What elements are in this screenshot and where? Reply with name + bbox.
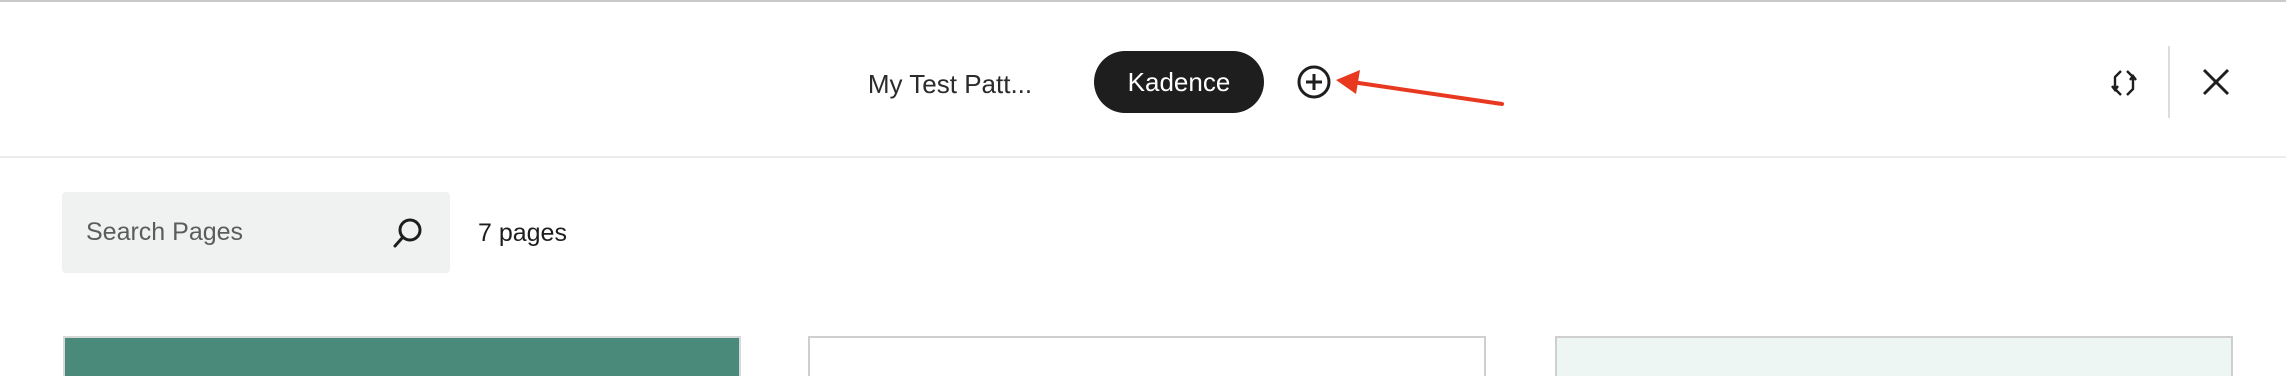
tab-kadence[interactable]: Kadence (1094, 51, 1264, 113)
search-input[interactable] (86, 192, 386, 273)
pattern-card[interactable] (808, 336, 1486, 376)
header-bar: My Test Patt... Kadence (0, 2, 2286, 158)
pattern-card[interactable] (1555, 336, 2233, 376)
red-arrow-annotation (1330, 64, 1510, 114)
header-divider (2168, 46, 2170, 118)
page-count: 7 pages (478, 219, 567, 247)
search-icon[interactable] (390, 215, 426, 251)
tab-my-test-pattern[interactable]: My Test Patt... (850, 60, 1050, 108)
swap-arrows-icon[interactable] (2104, 61, 2144, 105)
close-icon[interactable] (2196, 62, 2236, 102)
add-circle-icon[interactable] (1294, 62, 1334, 102)
pattern-card[interactable] (63, 336, 741, 376)
